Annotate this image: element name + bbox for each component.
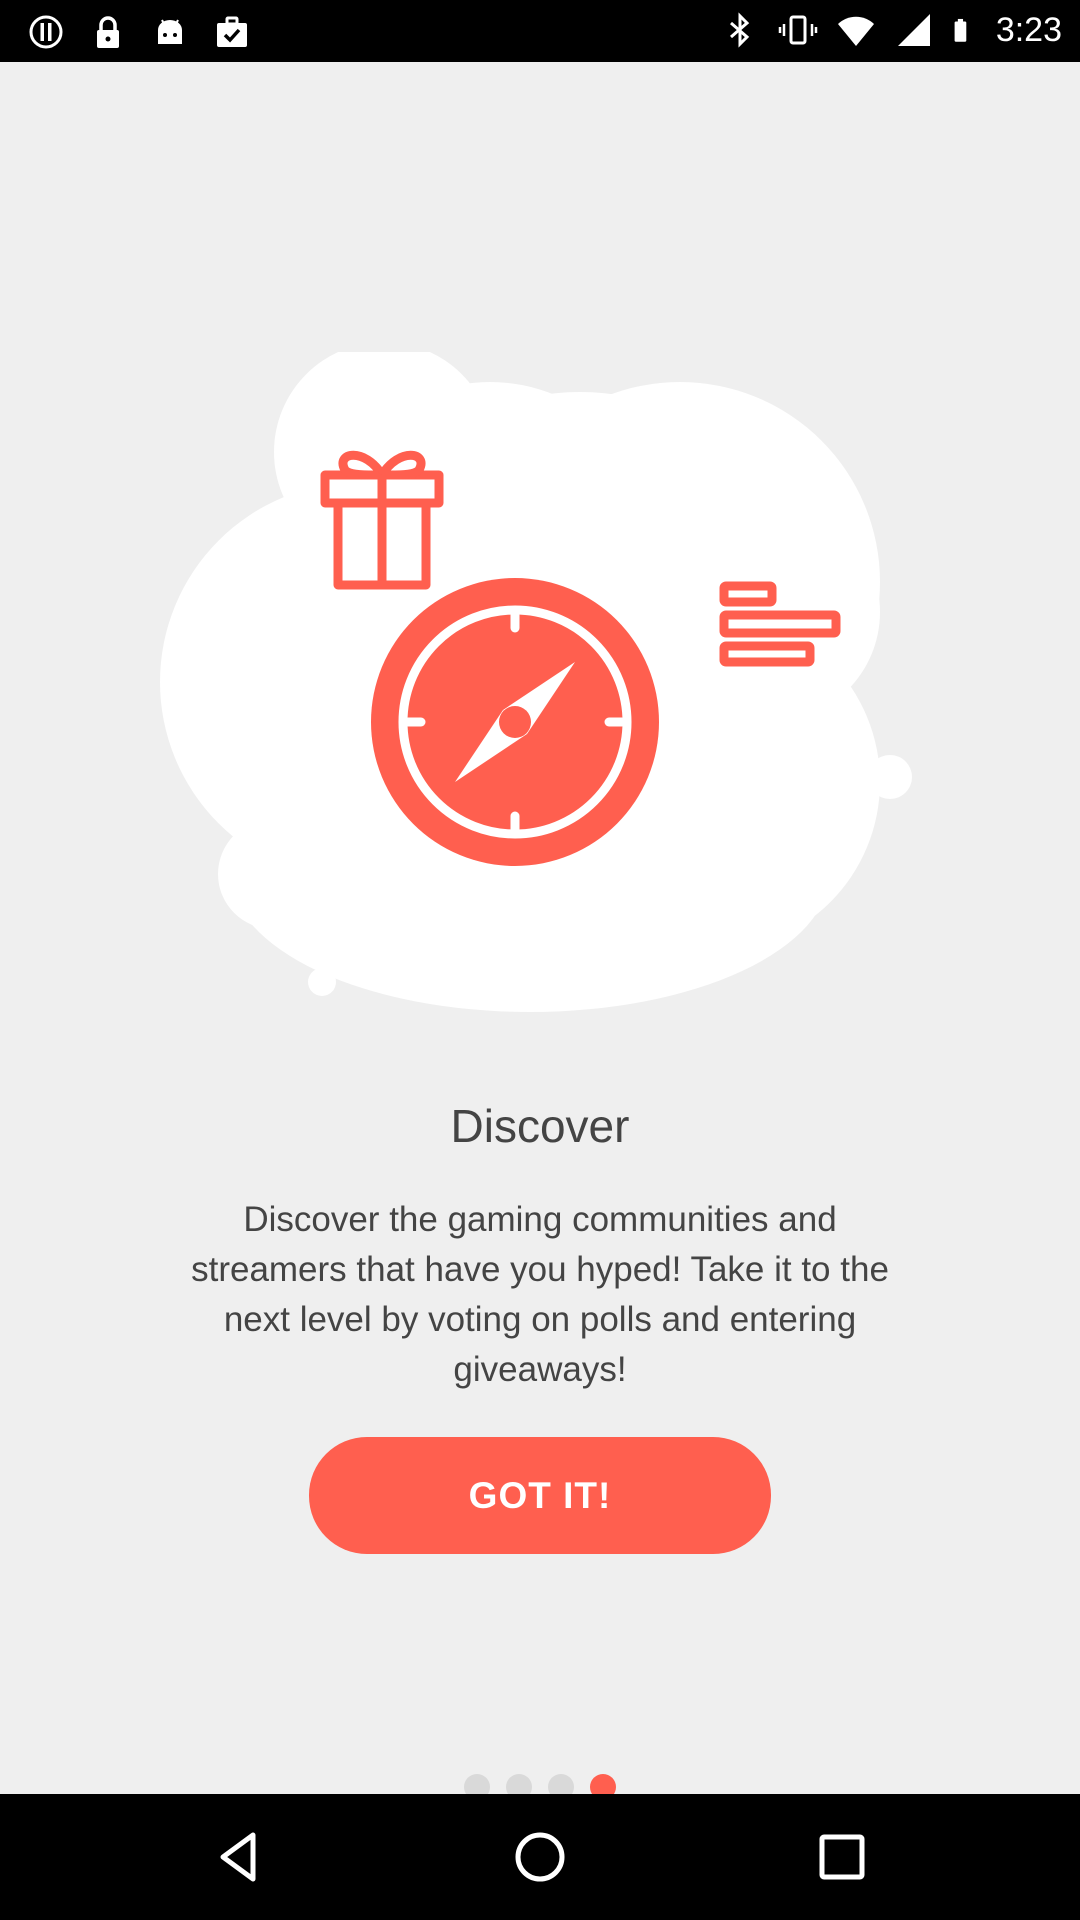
onboarding-description: Discover the gaming communities and stre… <box>191 1200 889 1389</box>
onboarding-title: Discover <box>450 1100 630 1152</box>
discover-illustration <box>160 352 912 1012</box>
battery-icon <box>954 18 967 42</box>
onboarding-screen: Discover Discover the gaming communities… <box>0 62 1080 1800</box>
wifi-icon <box>837 16 874 46</box>
status-time: 3:23 <box>995 10 1062 49</box>
bluetooth-icon <box>729 12 750 48</box>
status-bar: 3:23 <box>0 0 1080 62</box>
recents-icon[interactable] <box>812 1827 872 1887</box>
lock-icon <box>97 16 119 48</box>
compass-icon <box>371 578 659 866</box>
info-icon <box>29 15 63 49</box>
gift-icon <box>320 450 444 590</box>
android-icon <box>158 19 182 44</box>
home-icon[interactable] <box>510 1827 570 1887</box>
got-it-button[interactable]: GOT IT! <box>309 1437 771 1554</box>
briefcase-check-icon <box>217 16 247 47</box>
signal-icon <box>897 14 930 46</box>
vibrate-icon <box>778 15 818 45</box>
navigation-bar <box>0 1794 1080 1920</box>
back-icon[interactable] <box>209 1827 269 1887</box>
